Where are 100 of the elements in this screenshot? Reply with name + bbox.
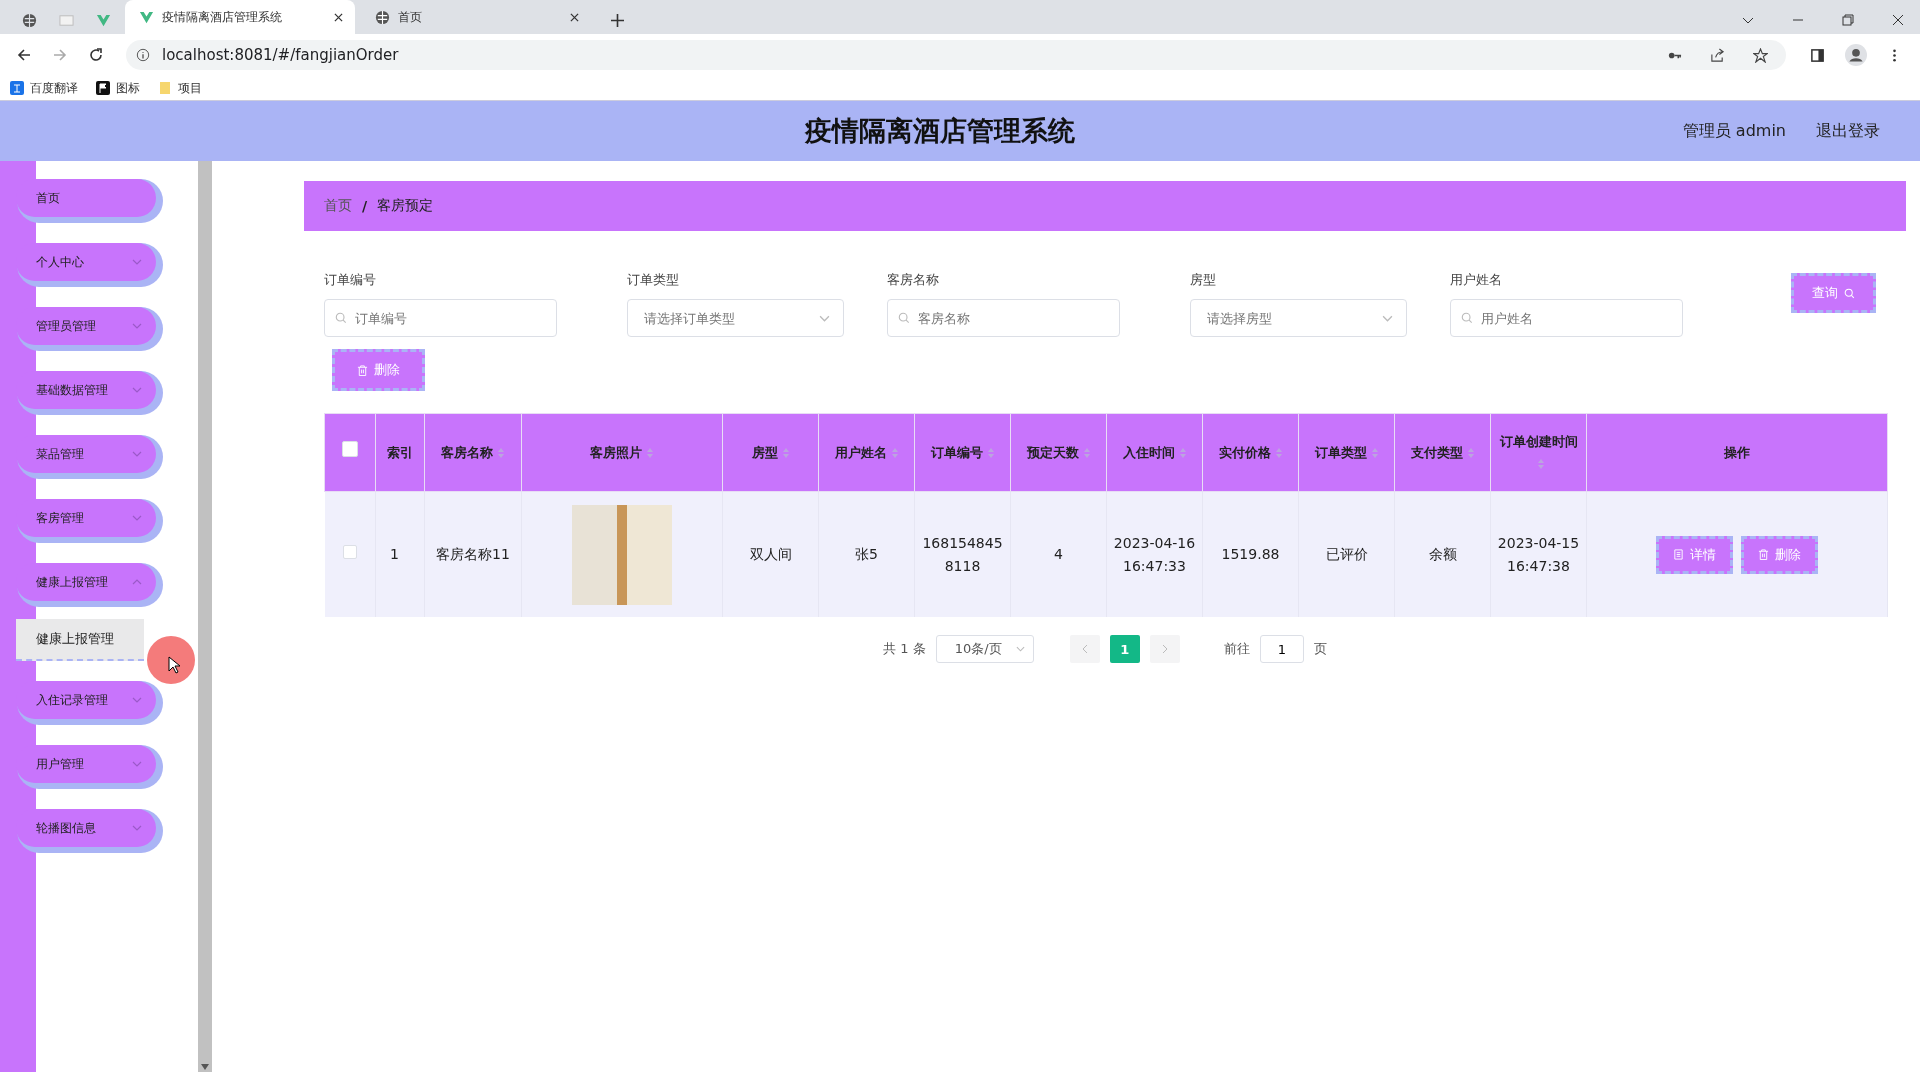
filter-label: 房型 bbox=[1190, 271, 1217, 289]
sort-icon bbox=[1370, 447, 1379, 459]
total-count: 共 1 条 bbox=[883, 640, 926, 658]
back-arrow-icon[interactable] bbox=[16, 47, 32, 63]
sort-icon bbox=[1274, 447, 1283, 459]
table-cell: 4 bbox=[1010, 491, 1107, 617]
column-header[interactable]: 实付价格 bbox=[1202, 413, 1299, 492]
column-header[interactable]: 预定天数 bbox=[1010, 413, 1107, 492]
folder-icon bbox=[158, 81, 172, 95]
table-cell: 客房名称11 bbox=[424, 491, 522, 617]
select-all-checkbox[interactable] bbox=[342, 441, 358, 457]
table-cell: 1 bbox=[375, 491, 425, 617]
column-header[interactable]: 索引 bbox=[375, 413, 425, 492]
column-header[interactable]: 订单创建时间 bbox=[1490, 413, 1587, 492]
page-size-select[interactable]: 10条/页 bbox=[935, 635, 1034, 663]
search-icon bbox=[1844, 287, 1855, 299]
profile-avatar-icon[interactable] bbox=[1845, 44, 1867, 66]
column-header[interactable]: 客房照片 bbox=[521, 413, 723, 492]
chevron-down-icon bbox=[132, 761, 142, 767]
sort-icon bbox=[781, 447, 790, 459]
globe-icon[interactable] bbox=[22, 12, 37, 28]
trash-icon bbox=[357, 364, 368, 376]
table-cell: 2023-04-15 16:47:38 bbox=[1490, 491, 1587, 617]
chevron-right-icon bbox=[1161, 644, 1168, 654]
sort-icon bbox=[1466, 447, 1475, 459]
sort-icon bbox=[1082, 447, 1091, 459]
globe-icon bbox=[375, 9, 390, 25]
search-field[interactable]: 订单编号 bbox=[324, 299, 557, 337]
chevron-down-icon bbox=[132, 387, 142, 393]
page-unit-label: 页 bbox=[1313, 640, 1327, 658]
search-icon bbox=[1461, 312, 1473, 324]
table-cell: 张5 bbox=[818, 491, 915, 617]
share-icon[interactable] bbox=[1710, 47, 1725, 63]
goto-label: 前往 bbox=[1223, 640, 1250, 658]
chevron-left-icon bbox=[1081, 644, 1088, 654]
sort-icon bbox=[890, 447, 899, 459]
select-field[interactable]: 请选择房型 bbox=[1190, 299, 1407, 337]
new-tab-icon[interactable] bbox=[611, 13, 624, 27]
search-field[interactable]: 用户姓名 bbox=[1450, 299, 1683, 337]
chevron-down-icon bbox=[132, 579, 142, 585]
system-title: 疫情隔离酒店管理系统 bbox=[805, 114, 1075, 148]
sort-icon bbox=[497, 447, 505, 459]
tab-title: 首页 bbox=[398, 8, 423, 26]
logout-link[interactable]: 退出登录 bbox=[1816, 120, 1880, 142]
browser-tab[interactable]: 疫情隔离酒店管理系统 bbox=[125, 0, 355, 34]
breadcrumb-separator: / bbox=[362, 198, 368, 214]
side-panel-icon[interactable] bbox=[1810, 47, 1825, 63]
sort-icon bbox=[986, 447, 995, 459]
table-cell: 余额 bbox=[1394, 491, 1491, 617]
cursor-icon bbox=[168, 656, 180, 674]
scrollbar[interactable] bbox=[198, 161, 212, 1072]
restore-icon[interactable] bbox=[1842, 14, 1854, 26]
info-icon bbox=[136, 48, 150, 62]
close-icon[interactable] bbox=[1892, 14, 1904, 26]
url-text: localhost:8081/#/fangjianOrder bbox=[162, 46, 399, 64]
bookmark-link[interactable]: 项目 bbox=[158, 79, 202, 97]
chevron-down-icon bbox=[132, 451, 142, 457]
tab-title: 疫情隔离酒店管理系统 bbox=[162, 8, 283, 26]
browser-tab[interactable]: 首页 bbox=[361, 0, 591, 34]
trash-icon bbox=[1758, 549, 1769, 560]
translate-icon bbox=[10, 81, 24, 95]
filter-label: 订单类型 bbox=[627, 271, 680, 289]
page-input[interactable]: 1 bbox=[1259, 635, 1304, 663]
breadcrumb-link[interactable]: 客房预定 bbox=[377, 197, 434, 215]
chevron-down-icon bbox=[132, 697, 142, 703]
column-header[interactable]: 订单编号 bbox=[914, 413, 1011, 492]
submenu-item[interactable]: 健康上报管理 bbox=[16, 619, 144, 661]
sort-icon bbox=[1178, 447, 1187, 459]
column-header[interactable]: 客房名称 bbox=[424, 413, 522, 492]
table-cell: 双人间 bbox=[722, 491, 819, 617]
table-cell: 2023-04-16 16:47:33 bbox=[1106, 491, 1203, 617]
chevron-down-icon bbox=[819, 315, 830, 322]
table-cell: 1681548458118 bbox=[914, 491, 1011, 617]
chevron-down-icon bbox=[132, 323, 142, 329]
bookmark-link[interactable]: 图标 bbox=[96, 79, 140, 97]
reload-icon[interactable] bbox=[88, 47, 104, 63]
search-icon bbox=[335, 312, 347, 324]
flag-icon bbox=[96, 81, 110, 95]
column-header[interactable]: 订单类型 bbox=[1298, 413, 1395, 492]
chevron-down-icon bbox=[132, 825, 142, 831]
row-checkbox[interactable] bbox=[342, 545, 357, 559]
close-icon[interactable] bbox=[570, 12, 579, 22]
column-header[interactable]: 入住时间 bbox=[1106, 413, 1203, 492]
column-header[interactable]: 操作 bbox=[1586, 413, 1888, 492]
bookmark-link[interactable]: 百度翻译 bbox=[10, 79, 78, 97]
close-icon[interactable] bbox=[334, 12, 343, 22]
filter-label: 用户姓名 bbox=[1450, 271, 1503, 289]
column-header[interactable]: 房型 bbox=[722, 413, 819, 492]
click-highlight bbox=[147, 636, 195, 684]
address-bar[interactable]: localhost:8081/#/fangjianOrder bbox=[126, 40, 1786, 70]
column-header[interactable]: 用户姓名 bbox=[818, 413, 915, 492]
sort-icon bbox=[646, 447, 654, 459]
star-icon[interactable] bbox=[1753, 47, 1768, 63]
column-header[interactable]: 支付类型 bbox=[1394, 413, 1491, 492]
document-icon bbox=[1673, 549, 1684, 560]
scroll-down-icon[interactable] bbox=[201, 1064, 209, 1070]
filter-label: 客房名称 bbox=[887, 271, 940, 289]
search-field[interactable]: 客房名称 bbox=[887, 299, 1120, 337]
search-icon bbox=[898, 312, 910, 324]
select-field[interactable]: 请选择订单类型 bbox=[627, 299, 844, 337]
